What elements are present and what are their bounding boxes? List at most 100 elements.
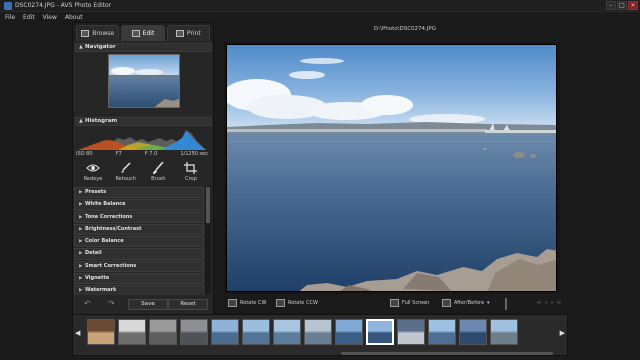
filmstrip-thumbnail[interactable]	[428, 319, 456, 345]
minimize-button[interactable]: –	[606, 1, 616, 10]
filmstrip-scrollbar[interactable]	[341, 352, 553, 355]
tool-row: Redeye Retouch Brush Crop	[78, 162, 206, 182]
main-photo[interactable]	[226, 44, 557, 292]
tab-edit-label: Edit	[142, 30, 155, 37]
collapse-icon: ▲	[79, 118, 83, 124]
navigator-title: Navigator	[85, 44, 116, 50]
last-image-icon[interactable]: ››	[557, 300, 561, 306]
history-controls: ↶ ↷	[84, 300, 118, 308]
rotate-ccw-label: Rotate CCW	[288, 300, 318, 306]
adjustment-label: Presets	[85, 189, 107, 195]
film-strip: ◀ ▶	[72, 314, 568, 356]
printer-icon	[175, 30, 184, 37]
histogram-title: Histogram	[85, 118, 118, 124]
full-screen-label: Full Screen	[402, 300, 430, 306]
filmstrip-thumbnail[interactable]	[459, 319, 487, 345]
adjustment-vignette[interactable]: ▶ Vignette	[74, 273, 204, 285]
tab-print[interactable]: Print	[166, 25, 210, 41]
next-image-icon[interactable]: ›	[551, 300, 553, 306]
navigator-thumbnail	[109, 55, 179, 107]
tab-browse[interactable]: Browse	[76, 25, 120, 41]
navigator-header[interactable]: ▲ Navigator	[75, 43, 212, 52]
menu-file[interactable]: File	[5, 14, 15, 21]
tool-redeye-label: Redeye	[83, 176, 103, 182]
expand-arrow-icon: ▶	[79, 239, 83, 245]
full-screen-icon	[390, 299, 399, 307]
expand-arrow-icon: ▶	[79, 214, 83, 220]
adjustment-detail[interactable]: ▶ Detail	[74, 248, 204, 260]
tab-browse-label: Browse	[92, 30, 115, 37]
menu-about[interactable]: About	[65, 14, 83, 21]
rotate-cw-button[interactable]: Rotate CW	[228, 299, 266, 307]
full-screen-button[interactable]: Full Screen	[390, 299, 429, 307]
crop-icon	[183, 162, 197, 174]
tool-crop[interactable]: Crop	[176, 162, 206, 182]
save-button[interactable]: Save	[128, 299, 168, 310]
adjustment-tone-corrections[interactable]: ▶ Tone Corrections	[74, 211, 204, 223]
maximize-button[interactable]: □	[617, 1, 627, 10]
close-button[interactable]: ✕	[628, 1, 638, 10]
filmstrip-thumbnail[interactable]	[149, 319, 177, 345]
expand-arrow-icon: ▶	[79, 226, 83, 232]
filmstrip-thumbnail[interactable]	[304, 319, 332, 345]
adjustment-presets[interactable]: ▶ Presets	[74, 187, 204, 199]
eye-icon	[86, 164, 100, 172]
exif-aperture: F7	[115, 151, 122, 157]
filmstrip-thumbnail[interactable]	[242, 319, 270, 345]
filmstrip-thumbnail[interactable]	[335, 319, 363, 345]
compare-icon	[442, 299, 451, 307]
exif-shutter: 1/1250 sec	[180, 151, 208, 157]
filmstrip-thumbnail[interactable]	[490, 319, 518, 345]
redo-icon[interactable]: ↷	[108, 300, 118, 308]
rotate-ccw-icon	[276, 299, 285, 307]
app-logo-icon	[4, 2, 12, 10]
after-before-dropdown[interactable]: After/Before ▾	[442, 299, 490, 307]
menu-edit[interactable]: Edit	[23, 14, 35, 21]
tool-brush[interactable]: Brush	[143, 162, 173, 182]
reset-button[interactable]: Reset	[168, 299, 208, 310]
browse-icon	[81, 30, 90, 37]
tool-crop-label: Crop	[185, 176, 197, 182]
adjustment-color-balance[interactable]: ▶ Color Balance	[74, 236, 204, 248]
filmstrip-thumbnail[interactable]	[118, 319, 146, 345]
chevron-down-icon: ▾	[487, 300, 490, 306]
navigator-preview[interactable]	[108, 54, 180, 108]
tab-edit[interactable]: Edit	[121, 25, 165, 41]
tool-retouch[interactable]: Retouch	[111, 162, 141, 182]
menu-view[interactable]: View	[43, 14, 57, 21]
filmstrip-prev-icon[interactable]: ◀	[75, 329, 80, 337]
collapse-icon: ▲	[79, 44, 83, 50]
adjustment-label: Tone Corrections	[85, 213, 133, 220]
exif-iso: ISO 80	[76, 151, 93, 157]
filmstrip-thumbnail[interactable]	[366, 319, 394, 345]
undo-icon[interactable]: ↶	[84, 300, 94, 308]
adjustments-scrollbar[interactable]	[205, 186, 211, 294]
zoom-slider[interactable]	[505, 298, 507, 310]
menu-bar: File Edit View About	[0, 12, 640, 22]
adjustment-label: Brightness/Contrast	[85, 225, 142, 232]
rotate-ccw-button[interactable]: Rotate CCW	[276, 299, 318, 307]
paintbrush-icon	[153, 162, 164, 174]
filmstrip-next-icon[interactable]: ▶	[560, 329, 565, 337]
filmstrip-thumbnail[interactable]	[87, 319, 115, 345]
adjustment-label: Smart Corrections	[85, 262, 137, 269]
adjustment-smart-corrections[interactable]: ▶ Smart Corrections	[74, 260, 204, 273]
first-image-icon[interactable]: ‹‹	[537, 300, 541, 306]
adjustment-watermark[interactable]: ▶ Watermark	[74, 285, 204, 295]
tab-print-label: Print	[186, 30, 201, 37]
prev-image-icon[interactable]: ‹	[545, 300, 547, 306]
adjustment-white-balance[interactable]: ▶ White Balance	[74, 199, 204, 211]
expand-arrow-icon: ▶	[79, 263, 83, 269]
filmstrip-thumbnail[interactable]	[211, 319, 239, 345]
filmstrip-thumbnail[interactable]	[397, 319, 425, 345]
adjustment-label: Color Balance	[85, 238, 124, 245]
scrollbar-thumb[interactable]	[206, 187, 210, 223]
adjustment-brightness-contrast[interactable]: ▶ Brightness/Contrast	[74, 223, 204, 236]
tool-brush-label: Brush	[151, 176, 166, 182]
tool-redeye[interactable]: Redeye	[78, 162, 108, 182]
filmstrip-thumbnail[interactable]	[273, 319, 301, 345]
adjustment-label: Detail	[85, 250, 102, 257]
histogram-header[interactable]: ▲ Histogram	[75, 117, 212, 126]
filmstrip-thumbnail[interactable]	[180, 319, 208, 345]
edit-icon	[131, 30, 140, 37]
